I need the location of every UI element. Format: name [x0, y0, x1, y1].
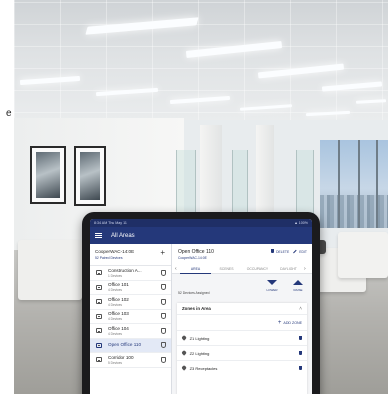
- zone-item[interactable]: Z2 Lighting: [177, 345, 307, 360]
- area-list-item[interactable]: Office 102 4 Devices: [90, 295, 171, 310]
- status-time: 8:34 AM Thu May 11: [94, 221, 127, 225]
- area-device-count: 4 Devices: [108, 288, 122, 293]
- tablet-device: 8:34 AM Thu May 11 ▲ 100% All Areas Coop…: [82, 212, 320, 394]
- zone-item[interactable]: Z1 Lighting: [177, 330, 307, 345]
- triangle-up-icon: [293, 280, 303, 285]
- plus-icon: +: [277, 319, 282, 326]
- window-mullion: [376, 140, 378, 228]
- tab-occupancy[interactable]: OCCUPANCY: [242, 265, 273, 274]
- room-icon: [96, 328, 102, 334]
- wall-artwork: [30, 146, 66, 204]
- room-icon: [96, 357, 102, 363]
- zones-title: Zones in Area: [182, 306, 211, 311]
- area-name: Corridor 100: [108, 354, 134, 360]
- plus-icon[interactable]: +: [160, 249, 165, 257]
- area-device-count: 1 Devices: [108, 273, 122, 278]
- area-list-item[interactable]: Office 103 4 Devices: [90, 310, 171, 324]
- lower-button[interactable]: LOWER: [264, 280, 280, 292]
- detail-tabs: ‹ AREA SCENES OCCUPANCY DAYLIGHT ›: [172, 265, 312, 274]
- room-icon: [96, 284, 102, 290]
- shield-icon[interactable]: [161, 356, 166, 363]
- zones-header[interactable]: Zones in Area ˄: [177, 303, 307, 315]
- area-list-item[interactable]: Construction A... 1 Devices: [90, 266, 171, 281]
- area-list-pane: CooperWAC-14:0E 52 Paired Devices + Cons…: [90, 244, 172, 394]
- area-detail-pane: Open Office 110 CooperWAC-14:0E DELETE E…: [172, 244, 312, 394]
- trash-icon[interactable]: [298, 336, 302, 340]
- room-icon: [96, 270, 102, 276]
- room-icon: [96, 342, 102, 348]
- shield-icon[interactable]: [161, 298, 166, 305]
- window-mullion: [338, 140, 340, 228]
- caption-fragment: e: [6, 108, 12, 119]
- detail-header: Open Office 110 CooperWAC-14:0E DELETE E…: [172, 244, 312, 274]
- zones-card: Zones in Area ˄ + ADD ZONE Z1 Lighting Z2…: [177, 303, 307, 394]
- zone-name: Z2 Lighting: [189, 350, 210, 356]
- area-name: Open Office 110: [108, 342, 142, 348]
- device-header: CooperWAC-14:0E 52 Paired Devices +: [90, 244, 171, 266]
- shield-icon[interactable]: [161, 313, 166, 320]
- zone-name: Z3 Receptacles: [189, 365, 218, 371]
- device-name: CooperWAC-14:0E: [95, 249, 135, 254]
- detail-subtitle: CooperWAC-14:0E: [178, 256, 207, 260]
- area-list-item[interactable]: Corridor 100 5 Devices: [90, 353, 171, 368]
- area-list-item[interactable]: Office 104 4 Devices: [90, 324, 171, 339]
- area-list-item[interactable]: Office 101 4 Devices: [90, 281, 171, 295]
- area-device-count: 4 Devices: [108, 302, 122, 307]
- trash-icon[interactable]: [298, 366, 302, 370]
- zone-list: Z1 Lighting Z2 Lighting Z3 Receptacles: [177, 330, 307, 375]
- shield-icon[interactable]: [161, 342, 166, 349]
- pencil-icon: [293, 249, 298, 254]
- armchair: [338, 232, 388, 278]
- shield-icon[interactable]: [161, 269, 166, 276]
- level-controls: 52 Devices Assigned LOWER RAISE: [172, 274, 312, 302]
- app-title: All Areas: [111, 232, 135, 239]
- tab-area[interactable]: AREA: [180, 265, 211, 274]
- area-name: Office 104: [108, 325, 129, 331]
- zone-name: Z1 Lighting: [189, 335, 210, 341]
- add-zone-button[interactable]: + ADD ZONE: [177, 315, 307, 330]
- location-pin-icon: [181, 365, 187, 371]
- trash-icon[interactable]: [298, 351, 302, 355]
- tab-scenes[interactable]: SCENES: [211, 265, 242, 274]
- chevron-right-icon[interactable]: ›: [304, 266, 309, 272]
- delete-button[interactable]: DELETE: [270, 249, 289, 254]
- area-name: Office 101: [108, 282, 129, 288]
- location-pin-icon: [181, 350, 187, 356]
- raise-label: RAISE: [293, 288, 303, 292]
- shield-icon[interactable]: [161, 327, 166, 334]
- chevron-up-icon[interactable]: ˄: [299, 306, 302, 312]
- tab-daylight[interactable]: DAYLIGHT: [273, 265, 304, 274]
- area-device-count: 5 Devices: [108, 360, 122, 365]
- tablet-screen: 8:34 AM Thu May 11 ▲ 100% All Areas Coop…: [90, 219, 312, 394]
- page-margin: [0, 0, 14, 394]
- lower-label: LOWER: [266, 288, 278, 292]
- wall-artwork: [74, 146, 106, 206]
- room-icon: [96, 299, 102, 305]
- location-pin-icon: [181, 335, 187, 341]
- zone-item[interactable]: Z3 Receptacles: [177, 360, 307, 375]
- status-battery: ▲ 100%: [294, 221, 308, 225]
- menu-icon[interactable]: [95, 233, 102, 238]
- window-mullion: [358, 140, 360, 228]
- shield-icon[interactable]: [161, 284, 166, 291]
- device-paired-count: 52 Paired Devices: [95, 256, 123, 260]
- raise-button[interactable]: RAISE: [290, 280, 306, 292]
- area-name: Construction A...: [108, 267, 142, 273]
- app-bar: All Areas: [90, 227, 312, 244]
- area-device-count: 4 Devices: [108, 331, 122, 336]
- edit-button[interactable]: EDIT: [293, 250, 307, 254]
- area-list: Construction A... 1 Devices Office 101 4 De…: [90, 266, 171, 368]
- area-list-item[interactable]: Open Office 110: [90, 338, 171, 353]
- devices-assigned: 52 Devices Assigned: [178, 291, 210, 295]
- armchair: [18, 240, 82, 300]
- triangle-down-icon: [267, 280, 277, 285]
- room-icon: [96, 313, 102, 319]
- trash-icon: [270, 249, 275, 253]
- status-bar: 8:34 AM Thu May 11 ▲ 100%: [90, 219, 312, 227]
- area-name: Office 103: [108, 311, 129, 317]
- area-name: Office 102: [108, 296, 129, 302]
- area-device-count: 4 Devices: [108, 317, 122, 322]
